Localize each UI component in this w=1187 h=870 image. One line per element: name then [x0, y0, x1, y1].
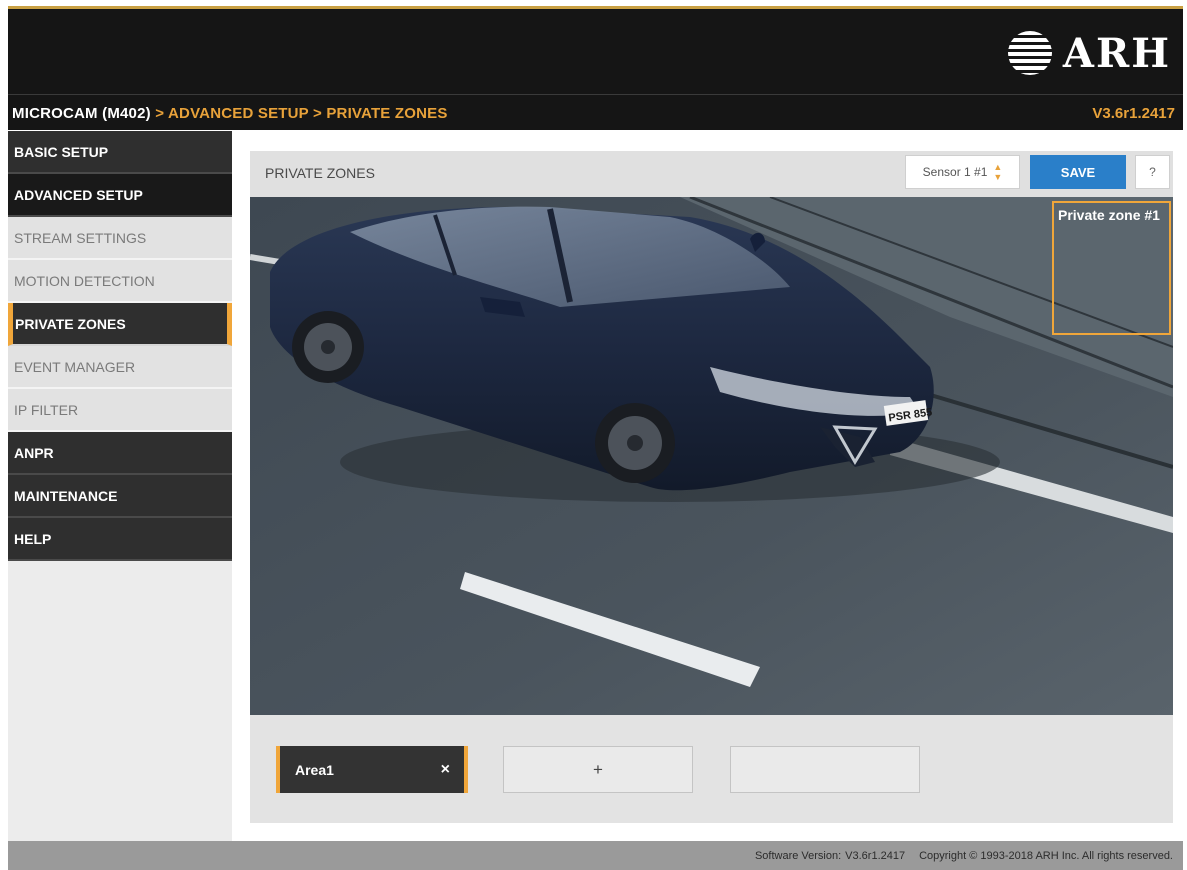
sidebar-item-label: EVENT MANAGER	[14, 358, 136, 375]
camera-image: PSR 855	[250, 197, 1173, 715]
main-content: PRIVATE ZONES Sensor 1 #1 ▲ ▼ SAVE ? PSR…	[232, 131, 1183, 841]
sidebar-item-advanced-setup[interactable]: ADVANCED SETUP	[8, 174, 232, 217]
arh-logo-icon	[1007, 31, 1052, 75]
save-button[interactable]: SAVE	[1030, 155, 1126, 189]
software-version-label: Software Version:	[754, 850, 842, 862]
logo: ARH	[1005, 27, 1171, 79]
add-area-button[interactable]: +	[503, 746, 693, 793]
sidebar-item-label: STREAM SETTINGS	[14, 229, 147, 246]
sidebar-item-label: IP FILTER	[14, 401, 79, 418]
panel-title: PRIVATE ZONES	[265, 165, 375, 181]
breadcrumb-section[interactable]: ADVANCED SETUP	[168, 105, 309, 122]
sidebar-item-label: BASIC SETUP	[14, 143, 109, 160]
copyright-text: Copyright © 1993-2018 ARH Inc. All right…	[919, 850, 1173, 862]
area-tab-label: Area1	[295, 761, 334, 778]
close-icon[interactable]: ×	[441, 761, 450, 779]
sidebar-item-label: HELP	[14, 530, 52, 547]
breadcrumb-page: PRIVATE ZONES	[326, 105, 448, 122]
sidebar-item-event-manager[interactable]: EVENT MANAGER	[8, 346, 232, 389]
select-arrows-icon: ▲ ▼	[993, 162, 1003, 182]
sidebar-item-label: MAINTENANCE	[14, 487, 118, 504]
sidebar-item-label: PRIVATE ZONES	[15, 315, 126, 332]
private-zones-panel: PRIVATE ZONES Sensor 1 #1 ▲ ▼ SAVE ? PSR…	[250, 151, 1173, 823]
logo-text: ARH	[1062, 29, 1171, 77]
sidebar-item-basic-setup[interactable]: BASIC SETUP	[8, 131, 232, 174]
sidebar-item-help[interactable]: HELP	[8, 518, 232, 561]
area-slot-empty	[730, 746, 920, 793]
sidebar-item-stream-settings[interactable]: STREAM SETTINGS	[8, 217, 232, 260]
footer-text: Software Version: V3.6r1.2417 Copyright © …	[741, 850, 1173, 862]
sidebar-item-label: ADVANCED SETUP	[14, 186, 143, 203]
area-tabs: Area1 × +	[250, 715, 1173, 823]
panel-header: PRIVATE ZONES Sensor 1 #1 ▲ ▼ SAVE ?	[250, 151, 1173, 197]
sensor-select[interactable]: Sensor 1 #1 ▲ ▼	[905, 155, 1020, 189]
sidebar-item-motion-detection[interactable]: MOTION DETECTION	[8, 260, 232, 303]
sidebar-item-private-zones[interactable]: PRIVATE ZONES	[8, 303, 232, 346]
help-button[interactable]: ?	[1135, 155, 1170, 189]
sensor-select-value: Sensor 1 #1	[922, 165, 988, 179]
private-zone-box[interactable]: Private zone #1	[1052, 201, 1171, 335]
sidebar: BASIC SETUP ADVANCED SETUP STREAM SETTIN…	[8, 131, 232, 841]
app-window: ARH MICROCAM (M402) > ADVANCED SETUP > P…	[0, 0, 1187, 870]
private-zone-label: Private zone #1	[1058, 207, 1160, 223]
header-divider	[8, 94, 1183, 95]
footer: Software Version: V3.6r1.2417 Copyright © …	[8, 841, 1183, 870]
sidebar-item-ip-filter[interactable]: IP FILTER	[8, 389, 232, 432]
area-tab-area1[interactable]: Area1 ×	[276, 746, 468, 793]
sidebar-item-label: MOTION DETECTION	[14, 272, 155, 289]
breadcrumb-separator: >	[312, 105, 322, 122]
sidebar-item-label: ANPR	[14, 444, 54, 461]
firmware-version: V3.6r1.2417	[1092, 105, 1175, 122]
header: ARH MICROCAM (M402) > ADVANCED SETUP > P…	[8, 9, 1183, 130]
sidebar-item-maintenance[interactable]: MAINTENANCE	[8, 475, 232, 518]
breadcrumb-device[interactable]: MICROCAM (M402)	[12, 105, 151, 122]
software-version-value: V3.6r1.2417	[845, 850, 906, 862]
sidebar-item-anpr[interactable]: ANPR	[8, 432, 232, 475]
camera-preview[interactable]: PSR 855 Private zone #1	[250, 197, 1173, 715]
breadcrumb-separator: >	[155, 105, 165, 122]
breadcrumb: MICROCAM (M402) > ADVANCED SETUP > PRIVA…	[12, 105, 448, 122]
